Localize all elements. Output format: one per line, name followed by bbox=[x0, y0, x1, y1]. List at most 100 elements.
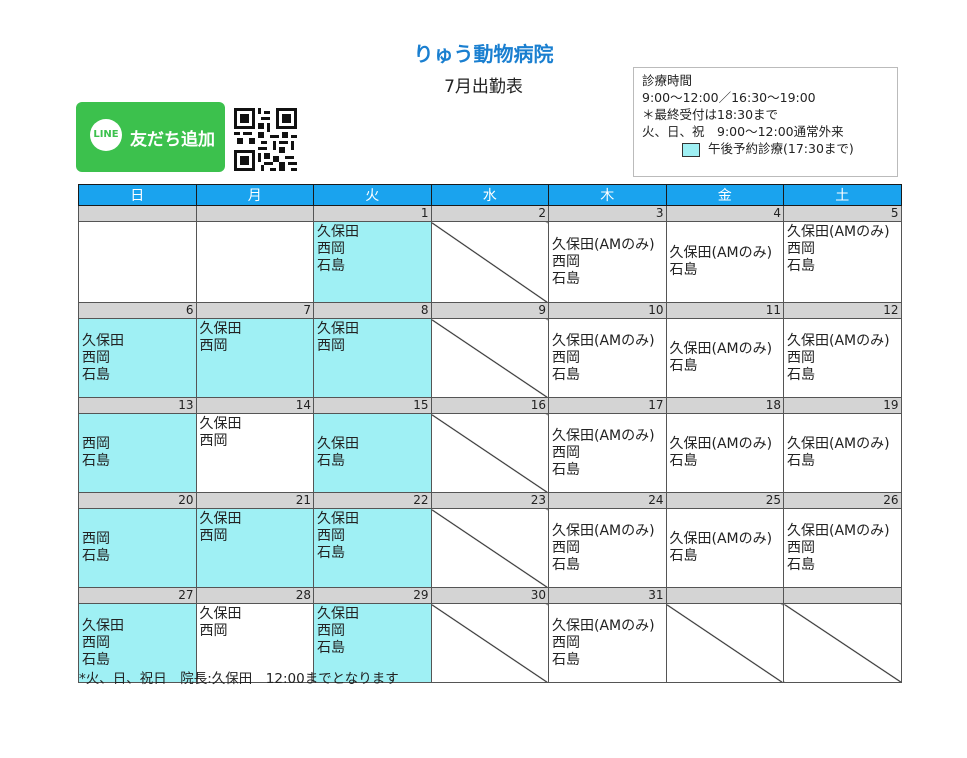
date-number: 3 bbox=[548, 205, 667, 222]
staff-name: 西岡 bbox=[552, 634, 580, 651]
staff-name: 久保田 bbox=[317, 321, 359, 337]
staff-name: 石島 bbox=[552, 270, 580, 287]
staff-cell: 久保田(AMのみ) 石島 bbox=[665, 318, 784, 398]
staff-name: 西岡 bbox=[317, 338, 345, 354]
staff-name: 石島 bbox=[317, 545, 345, 561]
staff-name: 西岡 bbox=[82, 634, 110, 651]
staff-name: 久保田(AMのみ) bbox=[552, 617, 655, 634]
date-number: 30 bbox=[430, 587, 549, 604]
date-number: 29 bbox=[313, 587, 432, 604]
staff-name: 西岡 bbox=[317, 241, 345, 257]
staff-name: 久保田(AMのみ) bbox=[787, 522, 890, 539]
staff-name: 久保田 bbox=[199, 511, 242, 527]
staff-name: 石島 bbox=[787, 453, 815, 469]
date-number bbox=[783, 587, 902, 604]
staff-cell: 久保田(AMのみ) 石島 bbox=[665, 508, 784, 588]
date-number: 31 bbox=[548, 587, 667, 604]
staff-name: 石島 bbox=[317, 640, 345, 656]
weekday-mon: 月 bbox=[195, 184, 314, 206]
staff-name: 西岡 bbox=[552, 253, 580, 270]
date-number-row: 27 28 29 30 31 bbox=[78, 587, 902, 604]
staff-name: 石島 bbox=[787, 258, 815, 274]
staff-name: 石島 bbox=[669, 262, 698, 278]
staff-cell: 久保田(AMのみ) 西岡 石島 bbox=[548, 221, 667, 303]
staff-name: 石島 bbox=[787, 556, 815, 573]
staff-cell: 久保田(AMのみ) 西岡 石島 bbox=[548, 318, 667, 398]
staff-name: 久保田 bbox=[317, 606, 359, 622]
staff-name: 久保田(AMのみ) bbox=[669, 245, 773, 261]
staff-cell: 久保田 西岡 bbox=[195, 318, 314, 398]
date-number: 8 bbox=[313, 302, 432, 319]
date-number-row: 6 7 8 9 10 11 12 bbox=[78, 302, 902, 319]
staff-cell: 西岡 石島 bbox=[78, 508, 197, 588]
staff-cell: 久保田 西岡 石島 bbox=[313, 508, 432, 588]
staff-name: 西岡 bbox=[787, 539, 815, 556]
staff-name: 久保田(AMのみ) bbox=[552, 427, 655, 444]
date-number: 22 bbox=[313, 492, 432, 509]
date-number: 24 bbox=[548, 492, 667, 509]
date-number: 2 bbox=[430, 205, 549, 222]
date-number: 25 bbox=[665, 492, 784, 509]
staff-name: 石島 bbox=[82, 366, 110, 383]
date-number: 28 bbox=[195, 587, 314, 604]
staff-name: 久保田(AMのみ) bbox=[552, 332, 655, 349]
weekday-wed: 水 bbox=[430, 184, 549, 206]
date-number: 15 bbox=[313, 397, 432, 414]
weekday-tue: 火 bbox=[313, 184, 432, 206]
date-number-row: 13 14 15 16 17 18 19 bbox=[78, 397, 902, 414]
staff-name: 石島 bbox=[669, 358, 698, 374]
date-number: 26 bbox=[783, 492, 902, 509]
date-number bbox=[195, 205, 314, 222]
staff-name: 石島 bbox=[82, 453, 110, 469]
page-title: りゅう動物病院 bbox=[413, 42, 554, 66]
staff-name: 石島 bbox=[317, 258, 345, 274]
staff-name: 石島 bbox=[669, 453, 698, 469]
hours-heading: 診療時間 bbox=[642, 73, 693, 88]
closed-day-cell bbox=[430, 221, 549, 303]
staff-cell: 西岡 石島 bbox=[78, 413, 197, 493]
weekday-sat: 土 bbox=[783, 184, 902, 206]
closed-day-cell bbox=[783, 603, 902, 683]
staff-cell: 久保田 西岡 石島 bbox=[313, 221, 432, 303]
date-number: 21 bbox=[195, 492, 314, 509]
staff-row: 久保田 西岡 石島 久保田(AMのみ) 西岡 石島 久保田(AMのみ) 石島 久保田(AMのみ)… bbox=[78, 221, 902, 303]
closed-day-cell bbox=[430, 603, 549, 683]
weekday-header-row: 日 月 火 水 木 金 土 bbox=[78, 184, 902, 206]
qr-code-icon[interactable] bbox=[234, 108, 297, 171]
staff-name: 西岡 bbox=[199, 433, 228, 449]
staff-cell: 久保田(AMのみ) 石島 bbox=[783, 413, 902, 493]
legend-label: 午後予約診療(17:30まで) bbox=[708, 141, 854, 156]
staff-name: 石島 bbox=[552, 556, 580, 573]
hours-note: ＊最終受付は18:30まで bbox=[642, 107, 779, 122]
staff-name: 久保田 bbox=[199, 416, 242, 432]
staff-cell: 久保田(AMのみ) 西岡 石島 bbox=[548, 508, 667, 588]
line-button-label: 友だち追加 bbox=[130, 130, 215, 150]
staff-name: 石島 bbox=[552, 651, 580, 668]
closed-day-cell bbox=[430, 508, 549, 588]
staff-name: 久保田 bbox=[199, 321, 242, 337]
staff-cell: 久保田(AMのみ) 西岡 石島 bbox=[783, 221, 902, 303]
line-add-friend-button[interactable]: LINE 友だち追加 bbox=[76, 102, 225, 172]
staff-name: 西岡 bbox=[82, 531, 110, 547]
date-number: 6 bbox=[78, 302, 197, 319]
weekday-sun: 日 bbox=[78, 184, 197, 206]
staff-name: 久保田 bbox=[317, 511, 359, 527]
staff-name: 西岡 bbox=[552, 349, 580, 366]
date-number: 10 bbox=[548, 302, 667, 319]
staff-name: 西岡 bbox=[199, 338, 228, 354]
afternoon-legend-swatch bbox=[682, 142, 700, 157]
date-number bbox=[78, 205, 197, 222]
consultation-hours-box: 診療時間 9:00～12:00／16:30～19:00 ＊最終受付は18:30ま… bbox=[633, 67, 898, 177]
staff-name: 久保田(AMのみ) bbox=[552, 236, 655, 253]
date-number: 18 bbox=[665, 397, 784, 414]
staff-name: 西岡 bbox=[787, 241, 815, 257]
staff-name: 久保田 bbox=[82, 332, 124, 349]
date-number: 27 bbox=[78, 587, 197, 604]
closed-day-cell bbox=[665, 603, 784, 683]
staff-name: 西岡 bbox=[552, 539, 580, 556]
legend: 午後予約診療(17:30まで) bbox=[642, 140, 889, 157]
date-number: 4 bbox=[665, 205, 784, 222]
date-number: 16 bbox=[430, 397, 549, 414]
staff-cell: 久保田(AMのみ) 西岡 石島 bbox=[548, 413, 667, 493]
weekday-fri: 金 bbox=[665, 184, 784, 206]
